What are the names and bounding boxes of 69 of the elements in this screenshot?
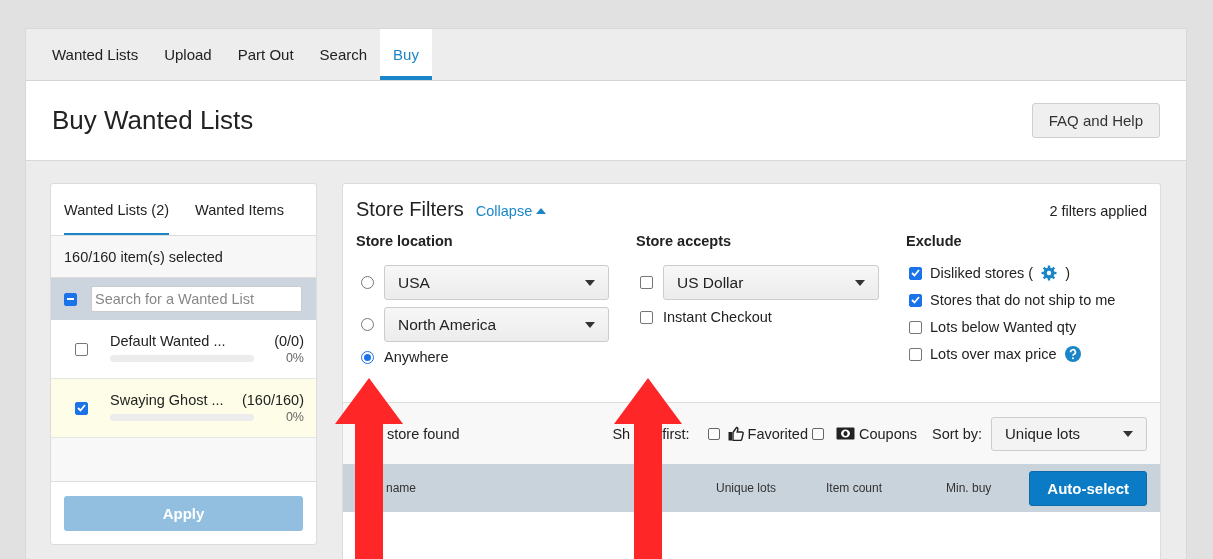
list-count: (0/0) — [274, 333, 304, 349]
show-first-label: first: — [662, 425, 690, 442]
option-label: Coupons — [859, 425, 918, 442]
option-label-end: ) — [1065, 265, 1070, 281]
select-all-checkbox[interactable] — [64, 292, 77, 306]
store-count: store found — [387, 425, 460, 442]
checkbox[interactable] — [707, 427, 720, 440]
checkbox[interactable] — [640, 276, 653, 289]
checkbox[interactable] — [640, 310, 653, 324]
caret-down-icon — [585, 321, 595, 328]
checkbox[interactable] — [909, 320, 922, 334]
sort-label: Sort by: — [932, 425, 982, 442]
gear-icon[interactable] — [1041, 265, 1058, 281]
option-label: Instant Checkout — [663, 309, 772, 325]
section-heading: Store accepts — [636, 233, 733, 249]
location-select[interactable]: North America — [384, 307, 609, 342]
search-field[interactable]: Search for a Wanted List — [91, 286, 302, 312]
option-label: Anywhere — [384, 349, 449, 365]
progress-percent: 0% — [285, 351, 304, 365]
caret-down-icon — [1123, 430, 1133, 437]
option-label: Lots below Wanted qty — [930, 319, 1077, 335]
checkbox[interactable] — [909, 266, 922, 280]
nav-tab[interactable]: Upload — [151, 29, 225, 80]
collapse-link[interactable]: Collapse — [475, 203, 547, 219]
banknote-icon — [836, 427, 855, 440]
caret-up-icon — [536, 208, 547, 214]
thumbs-up-icon — [727, 426, 744, 441]
radio-button[interactable] — [361, 350, 374, 364]
auto-select-button[interactable]: Auto-select — [1029, 470, 1147, 506]
option-label: Stores that do not ship to me — [930, 292, 1116, 308]
caret-down-icon — [855, 279, 865, 286]
panel-tab[interactable]: Wanted Items — [195, 184, 284, 235]
filters-applied: 2 filters applied — [1049, 203, 1147, 219]
help-button[interactable]: FAQ and Help — [1031, 103, 1160, 138]
nav-tab[interactable]: Part Out — [224, 29, 307, 80]
show-first-label: Sh — [612, 425, 631, 442]
radio-button[interactable] — [361, 318, 374, 331]
page-title: Buy Wanted Lists — [52, 105, 254, 136]
selection-summary: 160/160 item(s) selected — [64, 248, 223, 265]
filters-title: Store Filters — [356, 198, 464, 221]
column-header: Item count — [826, 481, 884, 495]
list-name: Swaying Ghost ... — [110, 392, 224, 408]
list-name: Default Wanted ... — [110, 333, 226, 349]
location-select[interactable]: USA — [384, 265, 609, 300]
option-label: Disliked stores ( — [930, 265, 1034, 281]
checkbox[interactable] — [75, 342, 88, 356]
currency-select[interactable]: US Dollar — [663, 265, 879, 300]
help-icon[interactable] — [1064, 346, 1081, 362]
section-heading: Store location — [356, 233, 454, 249]
option-label: Lots over max price — [930, 346, 1057, 362]
column-header: name — [386, 481, 418, 495]
list-count: (160/160) — [241, 392, 304, 408]
option-label: Favorited — [747, 425, 808, 442]
caret-down-icon — [585, 279, 595, 286]
column-header: Min. buy — [946, 481, 992, 495]
checkbox[interactable] — [909, 293, 922, 307]
section-heading: Exclude — [906, 233, 963, 249]
nav-tab[interactable]: Search — [306, 29, 381, 80]
checkbox[interactable] — [75, 401, 88, 415]
checkbox[interactable] — [812, 427, 824, 440]
radio-button[interactable] — [361, 276, 374, 289]
nav-tab[interactable]: Buy — [380, 29, 432, 80]
sort-select[interactable]: Unique lots — [991, 416, 1147, 451]
column-header: Unique lots — [716, 481, 778, 495]
nav-tab[interactable]: Wanted Lists — [39, 29, 152, 80]
minus-icon — [67, 298, 74, 300]
progress-percent: 0% — [285, 410, 304, 424]
wanted-list-row[interactable]: Swaying Ghost ... (160/160) 0% — [51, 379, 316, 438]
checkbox[interactable] — [909, 347, 922, 361]
